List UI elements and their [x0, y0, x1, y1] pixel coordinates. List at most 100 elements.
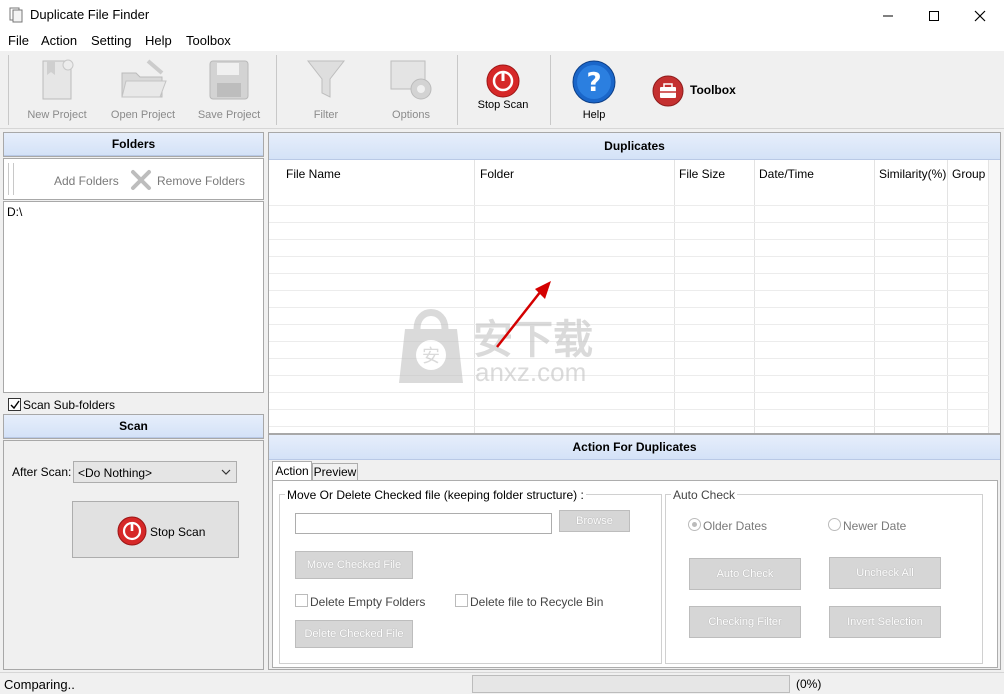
svg-text:?: ?	[586, 68, 601, 98]
minimize-button[interactable]	[865, 0, 911, 31]
tab-preview[interactable]: Preview	[312, 463, 358, 481]
toolbox-icon	[652, 75, 684, 107]
actions-panel: Action For Duplicates Action Preview Mov…	[268, 434, 1001, 670]
col-group[interactable]: Group	[952, 167, 985, 181]
help-button[interactable]: ? Help	[566, 53, 622, 125]
browse-button[interactable]: Browse	[559, 510, 630, 532]
col-file-name[interactable]: File Name	[286, 167, 341, 181]
destination-path-input[interactable]	[295, 513, 552, 534]
col-folder[interactable]: Folder	[480, 167, 514, 181]
older-dates-radio[interactable]	[688, 518, 701, 531]
action-tab-content: Move Or Delete Checked file (keeping fol…	[272, 480, 998, 668]
scan-subfolders-checkbox[interactable]	[8, 398, 21, 411]
folders-title: Folders	[4, 133, 263, 156]
row-line	[269, 358, 989, 359]
col-file-size[interactable]: File Size	[679, 167, 725, 181]
status-bar: Comparing.. (0%)	[0, 672, 1004, 694]
auto-check-group-label: Auto Check	[671, 488, 738, 502]
after-scan-value: <Do Nothing>	[78, 466, 153, 480]
row-line	[269, 273, 989, 274]
status-text: Comparing..	[4, 677, 75, 692]
svg-text:安: 安	[422, 346, 440, 367]
scan-header: Scan	[3, 414, 264, 439]
maximize-button[interactable]	[911, 0, 957, 31]
duplicates-title: Duplicates	[269, 133, 1000, 160]
window-title: Duplicate File Finder	[30, 7, 150, 22]
folders-header: Folders	[3, 132, 264, 157]
stop-scan-toolbar-label: Stop Scan	[477, 99, 529, 111]
folders-list[interactable]: D:\	[3, 201, 264, 393]
menu-bar: File Action Setting Help Toolbox	[0, 31, 1004, 51]
invert-selection-button[interactable]: Invert Selection	[829, 606, 941, 638]
filter-funnel-icon	[306, 60, 346, 98]
move-delete-group-label: Move Or Delete Checked file (keeping fol…	[285, 488, 586, 502]
auto-check-button[interactable]: Auto Check	[689, 558, 801, 590]
after-scan-select[interactable]: <Do Nothing>	[73, 461, 237, 483]
checking-filter-button[interactable]: Checking Filter	[689, 606, 801, 638]
help-question-icon: ?	[572, 60, 616, 104]
close-button[interactable]	[957, 0, 1003, 31]
folders-toolbar-grip	[8, 163, 9, 195]
minimize-icon	[883, 15, 893, 16]
filter-label: Filter	[313, 109, 339, 121]
watermark-shield-icon: 安	[399, 309, 463, 383]
folder-item[interactable]: D:\	[4, 202, 263, 222]
chevron-down-icon	[221, 469, 231, 475]
menu-file[interactable]: File	[8, 33, 29, 48]
filter-button[interactable]: Filter	[296, 53, 356, 125]
folders-toolbar-grip	[13, 163, 14, 195]
save-project-button[interactable]: Save Project	[192, 53, 266, 125]
remove-folders-button[interactable]: Remove Folders	[157, 174, 245, 188]
save-project-label: Save Project	[197, 109, 261, 121]
after-scan-label: After Scan:	[12, 465, 72, 479]
row-line	[269, 222, 989, 223]
menu-help[interactable]: Help	[145, 33, 172, 48]
toolbar-separator	[276, 55, 277, 125]
row-line	[269, 239, 989, 240]
new-project-button[interactable]: New Project	[22, 53, 92, 125]
tab-action[interactable]: Action	[272, 461, 312, 481]
open-project-button[interactable]: Open Project	[104, 53, 182, 125]
toolbar-separator	[550, 55, 551, 125]
row-line	[269, 409, 989, 410]
toolbox-button[interactable]: Toolbox	[650, 53, 750, 125]
recycle-bin-checkbox[interactable]	[455, 594, 468, 607]
options-gear-icon	[390, 60, 432, 100]
row-line	[269, 256, 989, 257]
add-folders-button[interactable]: Add Folders	[54, 174, 119, 188]
watermark-sub: anxz.com	[475, 357, 587, 387]
menu-action[interactable]: Action	[41, 33, 77, 48]
row-line	[269, 426, 989, 427]
folders-toolbar: Add Folders Remove Folders	[3, 158, 264, 200]
checkmark-icon	[10, 400, 20, 410]
scan-title: Scan	[4, 415, 263, 438]
col-similarity[interactable]: Similarity(%)	[879, 167, 946, 181]
progress-text: (0%)	[796, 677, 822, 691]
menu-toolbox[interactable]: Toolbox	[186, 33, 231, 48]
row-line	[269, 307, 989, 308]
move-checked-button[interactable]: Move Checked File	[295, 551, 413, 579]
delete-empty-folders-checkbox[interactable]	[295, 594, 308, 607]
open-folder-icon	[121, 59, 167, 98]
save-disk-icon	[209, 60, 249, 100]
stop-scan-toolbar-button[interactable]: Stop Scan	[470, 53, 536, 125]
app-icon	[9, 7, 23, 23]
col-date-time[interactable]: Date/Time	[759, 167, 814, 181]
uncheck-all-button[interactable]: Uncheck All	[829, 557, 941, 589]
scan-subfolders-label: Scan Sub-folders	[23, 398, 116, 412]
options-label: Options	[392, 109, 430, 121]
stop-scan-label: Stop Scan	[150, 525, 206, 539]
duplicates-table[interactable]: File Name Folder File Size Date/Time Sim…	[269, 160, 989, 433]
table-header: File Name Folder File Size Date/Time Sim…	[269, 160, 989, 188]
stop-scan-button[interactable]: Stop Scan	[72, 501, 239, 558]
menu-setting[interactable]: Setting	[91, 33, 131, 48]
row-line	[269, 341, 989, 342]
newer-date-radio[interactable]	[828, 518, 841, 531]
vertical-scrollbar[interactable]	[989, 160, 1000, 433]
red-arrow-icon	[496, 281, 551, 348]
delete-checked-button[interactable]: Delete Checked File	[295, 620, 413, 648]
row-line	[269, 375, 989, 376]
options-button[interactable]: Options	[378, 53, 444, 125]
open-project-label: Open Project	[110, 109, 176, 121]
new-project-label: New Project	[27, 109, 87, 121]
